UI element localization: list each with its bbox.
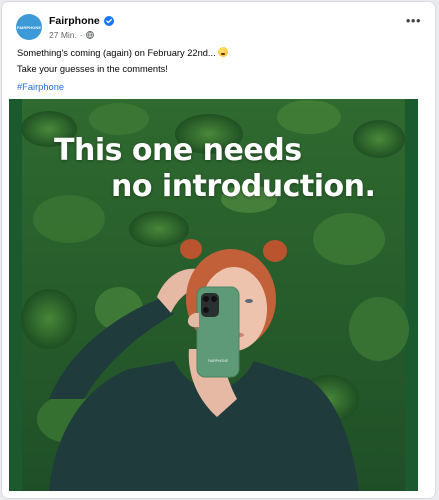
- post-line-1: Something's coming (again) on February 2…: [17, 46, 423, 62]
- post-image[interactable]: FAIRPHONE This one needs no introduction…: [9, 99, 418, 491]
- verified-badge-icon: [103, 16, 114, 26]
- hashtag-link[interactable]: #Fairphone: [17, 80, 423, 96]
- post-line-2: Take your guesses in the comments!: [17, 63, 168, 74]
- post-card: FAIRPHONE Fairphone 27 Min. · ••• Someth…: [1, 1, 436, 499]
- post-meta: 27 Min. ·: [49, 30, 94, 40]
- post-text: Something's coming (again) on February 2…: [17, 46, 423, 96]
- avatar-logo-text: FAIRPHONE: [16, 24, 42, 30]
- more-options-button[interactable]: •••: [406, 14, 421, 27]
- timestamp[interactable]: 27 Min.: [49, 30, 77, 40]
- page-name[interactable]: Fairphone: [49, 15, 100, 27]
- grimacing-emoji-icon: [217, 47, 228, 57]
- post-line-1-text: Something's coming (again) on February 2…: [17, 48, 216, 58]
- name-row: Fairphone: [49, 15, 114, 27]
- separator-dot: ·: [79, 30, 83, 40]
- avatar[interactable]: FAIRPHONE: [16, 14, 42, 40]
- headline-line-2: no introduction.: [111, 169, 376, 204]
- globe-icon[interactable]: [85, 31, 94, 39]
- post-header: FAIRPHONE Fairphone 27 Min. · •••: [16, 14, 423, 44]
- phone-brand-text: FAIRPHONE: [208, 359, 229, 363]
- headline-line-1: This one needs: [54, 133, 302, 168]
- headline: This one needs no introduction.: [54, 133, 376, 205]
